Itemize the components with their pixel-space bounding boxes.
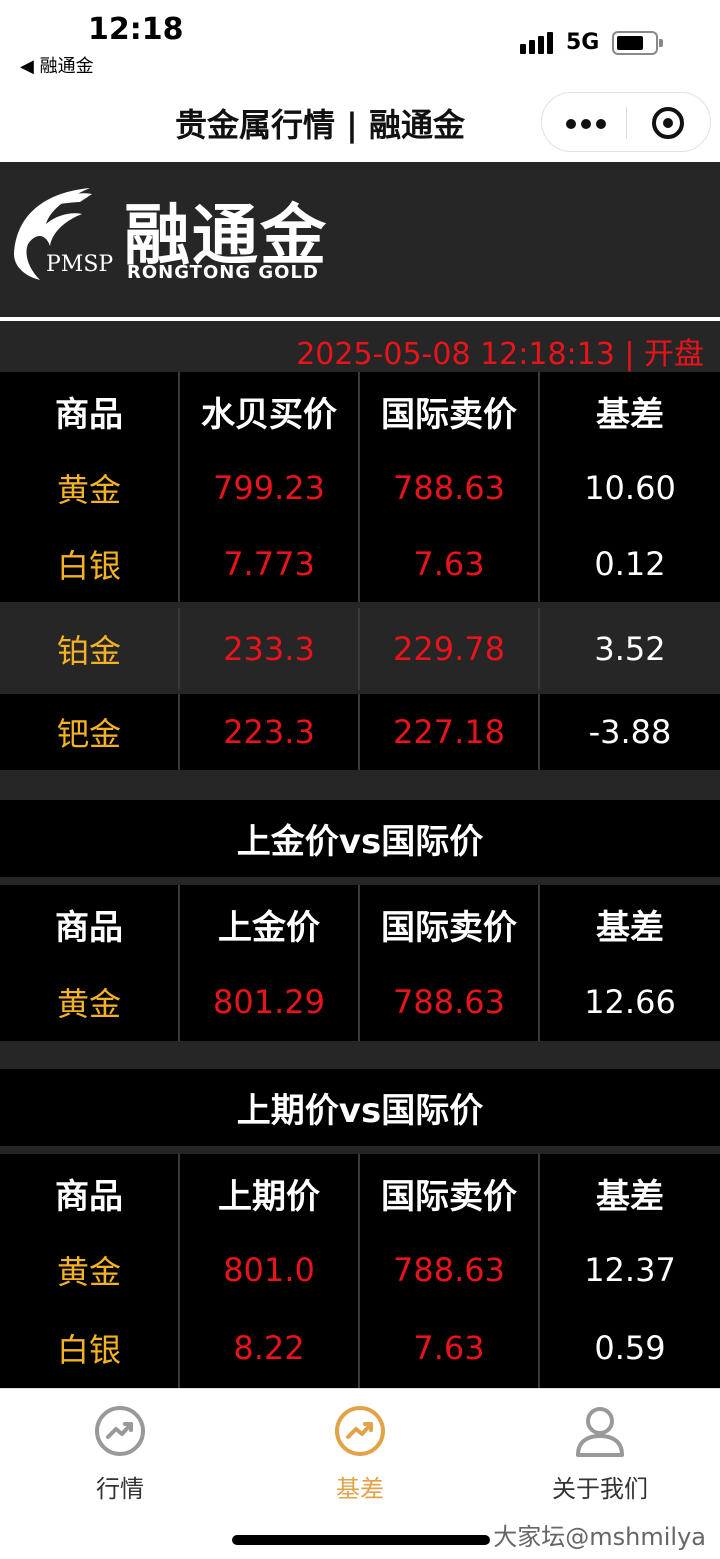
- timestamp-bar: 2025-05-08 12:18:13 | 开盘: [0, 317, 720, 372]
- user-icon: [576, 1407, 624, 1457]
- header-cell: 商品: [0, 372, 180, 450]
- intl-sell-price: 227.18: [360, 694, 540, 770]
- table-row: 黄金 801.29 788.63 12.66: [0, 963, 720, 1041]
- intl-sell-price: 788.63: [360, 963, 540, 1041]
- basis-value: 12.66: [584, 983, 676, 1021]
- basis-value: 10.60: [584, 469, 676, 507]
- tab-basis[interactable]: 基差: [270, 1399, 450, 1504]
- tab-label: 行情: [96, 1475, 144, 1503]
- intl-sell-price: 7.63: [360, 526, 540, 602]
- table-row: 黄金 799.23 788.63 10.60: [0, 450, 720, 526]
- header-cell: 水贝买价: [180, 372, 360, 450]
- section-gap: [0, 1041, 720, 1069]
- section-gap: [0, 877, 720, 885]
- buy-price: 223.3: [180, 694, 360, 770]
- intl-sell-price: 7.63: [360, 1308, 540, 1388]
- table-header-row: 商品 上金价 国际卖价 基差: [0, 885, 720, 963]
- shfe-price: 801.0: [180, 1232, 360, 1308]
- commodity-name: 钯金: [0, 694, 180, 770]
- intl-sell-price: 788.63: [360, 450, 540, 526]
- buy-price: 7.773: [180, 526, 360, 602]
- shfe-price: 8.22: [180, 1308, 360, 1388]
- sge-price: 801.29: [180, 963, 360, 1041]
- watermark: 大家坛@mshmilya: [493, 1523, 706, 1551]
- basis-value: -3.88: [588, 713, 672, 751]
- header-cell: 基差: [596, 1176, 664, 1217]
- header-cell: 商品: [0, 1154, 180, 1232]
- table-row: 黄金 801.0 788.63 12.37: [0, 1232, 720, 1308]
- header-cell: 国际卖价: [360, 885, 540, 963]
- title-bar: 贵金属行情 | 融通金: [0, 82, 720, 162]
- basis-value: 12.37: [584, 1251, 676, 1289]
- header-cell: 国际卖价: [360, 1154, 540, 1232]
- commodity-name: 黄金: [0, 450, 180, 526]
- tab-quotes[interactable]: 行情: [30, 1399, 210, 1504]
- tab-about-us[interactable]: 关于我们: [510, 1399, 690, 1504]
- table-row: 白银 8.22 7.63 0.59: [0, 1308, 720, 1388]
- basis-value: 0.12: [594, 545, 666, 583]
- basis-value: 0.59: [594, 1329, 666, 1367]
- header-cell: 商品: [0, 885, 180, 963]
- header-cell: 上金价: [180, 885, 360, 963]
- header-cell: 基差: [596, 907, 664, 948]
- intl-sell-price: 229.78: [360, 608, 540, 690]
- table-row: 钯金 223.3 227.18 -3.88: [0, 694, 720, 770]
- header-cell: 国际卖价: [360, 372, 540, 450]
- trend-icon: [335, 1406, 385, 1456]
- status-time: 12:18: [88, 12, 184, 47]
- status-bar: 12:18 ◀ 融通金 5G: [0, 0, 720, 82]
- network-type: 5G: [566, 30, 600, 55]
- brand-header: PMSP 融通金 RONGTONG GOLD: [0, 162, 720, 317]
- table-row: 铂金 233.3 229.78 3.52: [0, 608, 720, 690]
- battery-icon: [612, 31, 663, 55]
- section-title-shfe: 上期价vs国际价: [0, 1069, 720, 1146]
- intl-sell-price: 788.63: [360, 1232, 540, 1308]
- tab-label: 关于我们: [552, 1475, 648, 1503]
- logo-english-name: RONGTONG GOLD: [127, 262, 319, 283]
- market-timestamp: 2025-05-08 12:18:13 | 开盘: [296, 337, 704, 372]
- signal-icon: [520, 30, 556, 54]
- table-row: 白银 7.773 7.63 0.12: [0, 526, 720, 602]
- section-gap: [0, 1146, 720, 1154]
- home-indicator[interactable]: [232, 1535, 490, 1545]
- logo-pmsp: PMSP: [46, 252, 114, 277]
- miniprogram-capsule: [541, 92, 711, 152]
- back-to-app-link[interactable]: ◀ 融通金: [20, 52, 94, 78]
- header-cell: 上期价: [180, 1154, 360, 1232]
- buy-price: 233.3: [180, 608, 360, 690]
- commodity-name: 白银: [0, 526, 180, 602]
- sge-price-table: 商品 上金价 国际卖价 基差 黄金 801.29 788.63 12.66: [0, 885, 720, 1041]
- section-gap: [0, 772, 720, 800]
- table-header-row: 商品 水贝买价 国际卖价 基差: [0, 372, 720, 450]
- commodity-name: 白银: [0, 1308, 180, 1388]
- header-cell: 基差: [596, 394, 664, 435]
- buy-price: 799.23: [180, 450, 360, 526]
- table-header-row: 商品 上期价 国际卖价 基差: [0, 1154, 720, 1232]
- commodity-name: 黄金: [0, 1232, 180, 1308]
- close-icon[interactable]: [652, 107, 684, 139]
- basis-value: 3.52: [594, 630, 666, 668]
- spot-price-table: 商品 水贝买价 国际卖价 基差 黄金 799.23 788.63 10.60 白…: [0, 372, 720, 772]
- commodity-name: 铂金: [0, 608, 180, 690]
- more-icon[interactable]: [566, 119, 606, 129]
- section-title-sge: 上金价vs国际价: [0, 800, 720, 877]
- tab-label: 基差: [336, 1475, 384, 1503]
- shfe-price-table: 商品 上期价 国际卖价 基差 黄金 801.0 788.63 12.37 白银 …: [0, 1154, 720, 1388]
- trend-icon: [95, 1406, 145, 1456]
- commodity-name: 黄金: [0, 963, 180, 1041]
